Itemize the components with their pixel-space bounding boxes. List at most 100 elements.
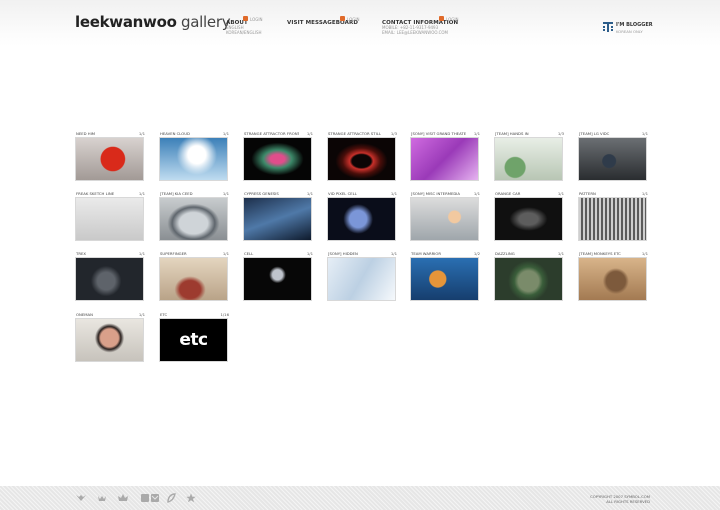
heart-icon[interactable] (97, 493, 107, 503)
gallery-item-title[interactable]: [SONY] VISIT GRAND THEATER (411, 131, 466, 136)
gallery-thumbnail[interactable] (410, 197, 479, 241)
gallery-item-count: 1/1 (641, 191, 648, 196)
gallery-item[interactable]: ETC 1/16 etc (159, 312, 230, 362)
gallery-item[interactable]: NEED HIM 1/1 (75, 131, 146, 181)
blogger-label: I'M BLOGGER (616, 22, 653, 28)
gallery-item-title[interactable]: [TEAM] HANDS IN (495, 131, 550, 136)
gallery-thumbnail[interactable] (578, 197, 647, 241)
gallery-item-title[interactable]: DAZZLING (495, 251, 550, 256)
gallery-item-title[interactable]: [TEAM] KIA CEED (160, 191, 215, 196)
gallery-item[interactable]: [SONY] MISC INTERMEDIA 1/1 (410, 191, 481, 241)
gallery-thumbnail[interactable] (494, 197, 563, 241)
nav-contact[interactable]: CONTACT INFORMATION LOGIN MOBILE: +82-11… (382, 16, 459, 36)
gallery-thumbnail[interactable] (410, 137, 479, 181)
gallery-item-title[interactable]: CELL (244, 251, 299, 256)
nav-about[interactable]: ABOUT LOGIN ENGLISH KOREAN/ENGLISH (226, 16, 263, 36)
gallery-item[interactable]: STRANGE ATTRACTOR FRONT 1/1 (243, 131, 314, 181)
gallery-item[interactable]: ONEMAN 1/1 (75, 312, 146, 362)
blogger-sub: KOREAN ONLY (616, 29, 643, 34)
gallery-thumbnail[interactable] (327, 197, 396, 241)
gallery-item-count: 1/3 (557, 131, 564, 136)
gallery-item[interactable]: [SONY] HIDDEN 1/1 (327, 251, 398, 301)
gallery-item-title[interactable]: TEAM WARRIOR (411, 251, 466, 256)
nav-messageboard[interactable]: VISIT MESSAGEBOARD LOGIN (287, 16, 360, 26)
gallery-item-title[interactable]: [SONY] MISC INTERMEDIA (411, 191, 466, 196)
gallery-item-title[interactable]: STRANGE ATTRACTOR STILL (328, 131, 383, 136)
gallery-thumbnail[interactable] (578, 257, 647, 301)
gallery-thumbnail[interactable] (75, 137, 144, 181)
gallery-thumbnail[interactable] (159, 257, 228, 301)
gallery-item[interactable]: CYPRESS GENESIS 1/1 (243, 191, 314, 241)
gallery-item-count: 1/16 (220, 312, 229, 317)
gallery-item[interactable]: FREAK SKETCH LINE 1/1 (75, 191, 146, 241)
gallery-item-title[interactable]: HEAVEN CLOUD (160, 131, 215, 136)
site-logo[interactable]: leekwanwoo gallery (75, 13, 231, 31)
nav-about-badge: LOGIN (250, 17, 263, 22)
gallery-item[interactable]: CELL 1/1 (243, 251, 314, 301)
gallery-thumbnail[interactable] (243, 257, 312, 301)
gallery-item-count: 1/1 (557, 191, 564, 196)
wing-icon[interactable] (76, 493, 86, 503)
gallery-item-title[interactable]: ETC (160, 312, 215, 317)
gallery-thumbnail[interactable]: etc (159, 318, 228, 362)
crown-icon[interactable] (118, 493, 128, 503)
gallery-thumbnail[interactable] (159, 137, 228, 181)
gallery-item[interactable]: [TEAM] MONKEYS ETC 1/1 (578, 251, 649, 301)
gallery-thumbnail[interactable] (410, 257, 479, 301)
gallery-item-count: 1/2 (473, 251, 480, 256)
gallery-thumbnail[interactable] (494, 257, 563, 301)
gallery-item[interactable]: TREX 1/1 (75, 251, 146, 301)
gallery-thumbnail[interactable] (75, 197, 144, 241)
gallery-item[interactable]: ORANGE CAR 1/1 (494, 191, 565, 241)
nav-about-sub-2[interactable]: KOREAN/ENGLISH (226, 30, 262, 36)
gallery-item[interactable]: SUPERFINGER 1/1 (159, 251, 230, 301)
badge-icon (340, 16, 345, 21)
leaf-icon[interactable] (166, 493, 176, 503)
gallery-thumbnail[interactable] (243, 197, 312, 241)
gallery-item-count: 1/1 (138, 251, 145, 256)
gallery-item[interactable]: [TEAM] LG VIDC 1/1 (578, 131, 649, 181)
nav-contact-sub-2[interactable]: EMAIL: LEE@LEEKWANWOO.COM (382, 30, 458, 36)
gallery-thumbnail[interactable] (327, 257, 396, 301)
gallery-item-title[interactable]: VID PIXEL CELL (328, 191, 383, 196)
blogger-icon (603, 22, 613, 32)
gallery-item[interactable]: [SONY] VISIT GRAND THEATER 1/1 (410, 131, 481, 181)
gallery-item-title[interactable]: [TEAM] MONKEYS ETC (579, 251, 634, 256)
gallery-item-title[interactable]: TREX (76, 251, 131, 256)
gallery-thumbnail[interactable] (75, 318, 144, 362)
gallery-item-title[interactable]: FREAK SKETCH LINE (76, 191, 131, 196)
gallery-item-title[interactable]: ONEMAN (76, 312, 131, 317)
gallery-thumbnail[interactable] (75, 257, 144, 301)
gallery-item[interactable]: PATTERN 1/1 (578, 191, 649, 241)
gallery-item[interactable]: [TEAM] HANDS IN 1/3 (494, 131, 565, 181)
gallery-item[interactable]: DAZZLING 1/1 (494, 251, 565, 301)
gallery-item-title[interactable]: STRANGE ATTRACTOR FRONT (244, 131, 299, 136)
gallery-item-count: 1/1 (138, 191, 145, 196)
mail-icon[interactable] (141, 493, 159, 503)
copyright: COPYRIGHT 2007 SYMBOL.COM ALL RIGHTS RES… (590, 494, 650, 504)
gallery-item-count: 1/1 (138, 131, 145, 136)
gallery-item-title[interactable]: [TEAM] LG VIDC (579, 131, 634, 136)
gallery-item[interactable]: VID PIXEL CELL 1/1 (327, 191, 398, 241)
gallery-thumbnail[interactable] (243, 137, 312, 181)
badge-icon (439, 16, 444, 21)
gallery-item-title[interactable]: NEED HIM (76, 131, 131, 136)
gallery-item-title[interactable]: PATTERN (579, 191, 634, 196)
gallery-thumbnail[interactable] (159, 197, 228, 241)
gallery-item[interactable]: [TEAM] KIA CEED 1/1 (159, 191, 230, 241)
gallery-item-title[interactable]: SUPERFINGER (160, 251, 215, 256)
gallery-item-count: 1/1 (641, 131, 648, 136)
gallery-item[interactable]: STRANGE ATTRACTOR STILL 1/3 (327, 131, 398, 181)
gallery-thumbnail[interactable] (327, 137, 396, 181)
gallery-item-count: 1/1 (390, 251, 397, 256)
gallery-item[interactable]: TEAM WARRIOR 1/2 (410, 251, 481, 301)
nav-contact-badge: LOGIN (446, 17, 459, 22)
gallery-item-title[interactable]: ORANGE CAR (495, 191, 550, 196)
gallery-item[interactable]: HEAVEN CLOUD 1/1 (159, 131, 230, 181)
gallery-item-title[interactable]: CYPRESS GENESIS (244, 191, 299, 196)
gallery-thumbnail[interactable] (494, 137, 563, 181)
gallery-thumbnail[interactable] (578, 137, 647, 181)
gallery-item-title[interactable]: [SONY] HIDDEN (328, 251, 383, 256)
gallery-item-count: 1/1 (557, 251, 564, 256)
star-icon[interactable] (186, 493, 196, 503)
